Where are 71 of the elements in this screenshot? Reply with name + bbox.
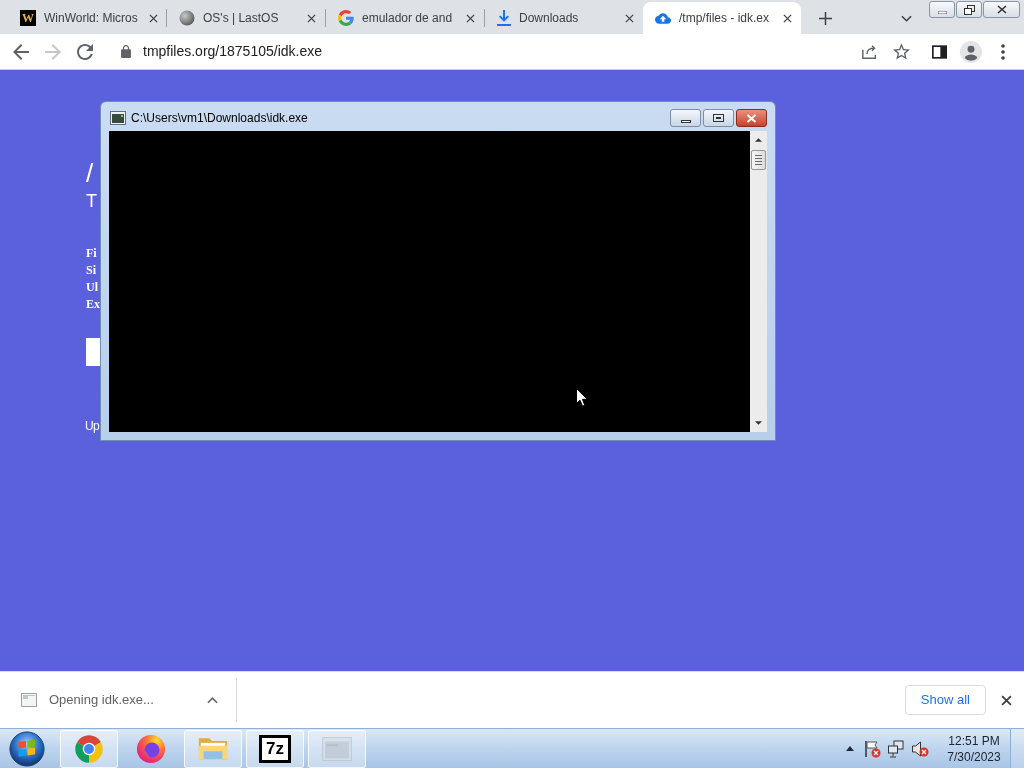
window-icon (322, 736, 352, 761)
firefox-icon (136, 733, 166, 764)
show-all-button[interactable]: Show all (904, 685, 986, 715)
forward-arrow-icon (45, 43, 61, 60)
speaker-muted-icon (911, 739, 929, 758)
window-title: C:\Users\vm1\Downloads\idk.exe (131, 111, 308, 125)
detail-label: Fi (86, 245, 97, 262)
chevron-down-icon (900, 14, 912, 22)
scroll-thumb[interactable] (751, 150, 766, 170)
mouse-pointer-icon (576, 388, 588, 407)
taskbar-button[interactable] (60, 729, 118, 768)
close-icon (149, 13, 159, 23)
logo-icon (338, 10, 354, 26)
network-icon (887, 739, 905, 758)
reload-icon (77, 43, 93, 60)
chrome-icon (74, 733, 104, 764)
avatar-icon (960, 40, 982, 63)
browser-tab[interactable]: /tmp/files - idk.ex (643, 2, 801, 34)
close-icon (746, 113, 757, 123)
restore-button[interactable] (956, 1, 982, 18)
footer-text: Up (85, 418, 100, 434)
caret-up-icon (206, 696, 218, 704)
console-app-icon (110, 111, 126, 125)
close-icon (624, 13, 634, 23)
maximize-button[interactable] (703, 109, 734, 127)
detail-label: Si (86, 262, 96, 279)
restore-icon (963, 4, 975, 15)
site-logo: W (20, 10, 36, 26)
clock-time[interactable]: 12:51 PM (948, 732, 1000, 749)
address-field[interactable]: tmpfiles.org/1875105/idk.exe (143, 41, 322, 62)
page-subheading: T (86, 190, 97, 212)
close-icon (996, 5, 1007, 14)
scroll-up-icon[interactable] (755, 138, 762, 142)
folder-icon (197, 735, 229, 762)
detail-label: Ul (86, 279, 98, 296)
minimize-icon (680, 119, 691, 123)
close-icon (782, 13, 792, 23)
browser-tab[interactable]: W WinWorld: Micros (8, 2, 166, 34)
minimize-button[interactable] (670, 109, 701, 127)
side-panel-icon (931, 44, 947, 59)
scrollbar-track[interactable] (750, 131, 767, 432)
lock-icon[interactable] (121, 45, 131, 58)
kebab-menu-icon (1001, 43, 1005, 60)
plus-icon (818, 11, 832, 25)
cloud-upload-icon (655, 12, 671, 24)
browser-tab[interactable]: OS's | LastOS (167, 2, 325, 34)
sphere-icon (179, 10, 195, 26)
maximize-icon (713, 114, 724, 122)
page-heading: / (86, 158, 94, 188)
download-status[interactable]: Opening idk.exe... (49, 690, 154, 710)
triangle-up-icon (846, 746, 854, 751)
windows-orb-icon (9, 730, 45, 767)
share-icon (860, 44, 878, 59)
scroll-down-icon[interactable] (755, 421, 762, 425)
taskbar-button[interactable]: 7z (246, 729, 304, 768)
close-button[interactable] (736, 109, 767, 127)
app-logo: 7z (259, 734, 291, 763)
close-icon (306, 13, 316, 23)
close-icon (465, 13, 475, 23)
browser-tab[interactable]: Downloads (485, 2, 643, 34)
file-icon (21, 693, 37, 707)
close-button[interactable] (983, 1, 1020, 18)
flag-icon (863, 739, 881, 758)
back-arrow-icon (13, 43, 29, 60)
browser-tab[interactable]: emulador de and (326, 2, 484, 34)
clock-date[interactable]: 7/30/2023 (947, 748, 1001, 765)
close-icon (1000, 694, 1012, 706)
download-icon (497, 10, 511, 26)
minimize-icon (937, 10, 947, 14)
detail-label: Ex (86, 296, 100, 313)
star-icon (892, 43, 910, 60)
